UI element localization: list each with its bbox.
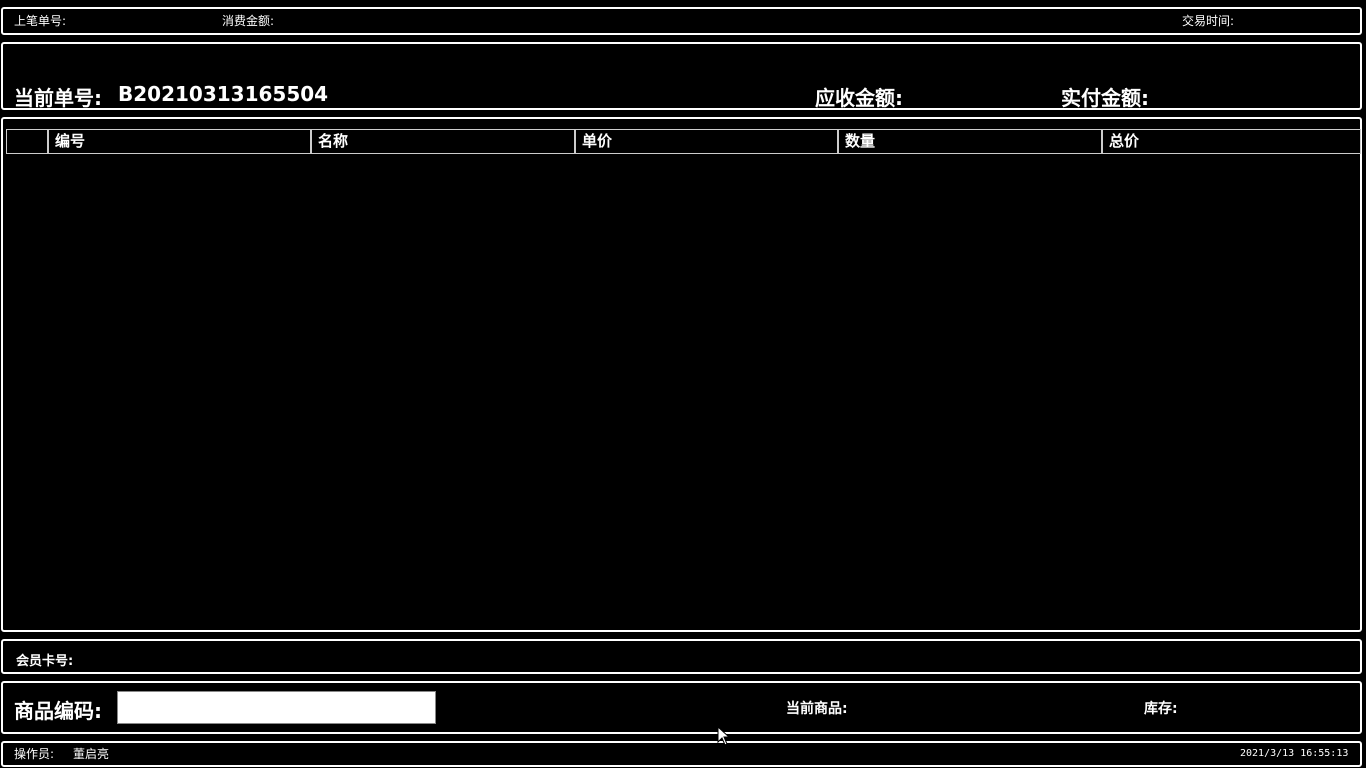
row-selector-header[interactable] xyxy=(7,130,47,153)
column-header-name[interactable]: 名称 xyxy=(310,130,574,153)
order-items-table[interactable]: 编号 名称 单价 数量 总价 xyxy=(1,117,1362,632)
consumption-amount-label: 消费金额: xyxy=(222,14,275,28)
table-header-row: 编号 名称 单价 数量 总价 xyxy=(6,129,1361,154)
paid-amount-label: 实付金额: xyxy=(1061,86,1149,110)
operator-label: 操作员: xyxy=(14,747,55,761)
current-datetime: 2021/3/13 16:55:13 xyxy=(1240,748,1349,759)
product-code-input[interactable] xyxy=(117,691,436,724)
column-header-unit-price[interactable]: 单价 xyxy=(574,130,837,153)
column-header-quantity[interactable]: 数量 xyxy=(837,130,1101,153)
last-transaction-bar: 上笔单号: 消费金额: 交易时间: xyxy=(1,7,1362,35)
column-header-code[interactable]: 编号 xyxy=(47,130,310,153)
member-card-panel: 会员卡号: xyxy=(1,639,1362,674)
current-order-number: B20210313165504 xyxy=(118,82,329,106)
column-header-total[interactable]: 总价 xyxy=(1101,130,1360,153)
stock-label: 库存: xyxy=(1144,701,1178,717)
receivable-amount-label: 应收金额: xyxy=(815,86,903,110)
current-order-label: 当前单号: xyxy=(14,86,102,110)
product-entry-panel: 商品编码: 当前商品: 库存: xyxy=(1,681,1362,734)
transaction-time-label: 交易时间: xyxy=(1182,14,1235,28)
current-product-label: 当前商品: xyxy=(786,701,848,717)
product-code-label: 商品编码: xyxy=(14,699,102,723)
operator-name: 董启亮 xyxy=(73,747,110,761)
last-order-label: 上笔单号: xyxy=(14,14,67,28)
order-header-panel: 当前单号: B20210313165504 应收金额: 实付金额: xyxy=(1,42,1362,110)
status-bar: 操作员: 董启亮 2021/3/13 16:55:13 xyxy=(1,741,1362,767)
member-card-label: 会员卡号: xyxy=(16,654,74,669)
